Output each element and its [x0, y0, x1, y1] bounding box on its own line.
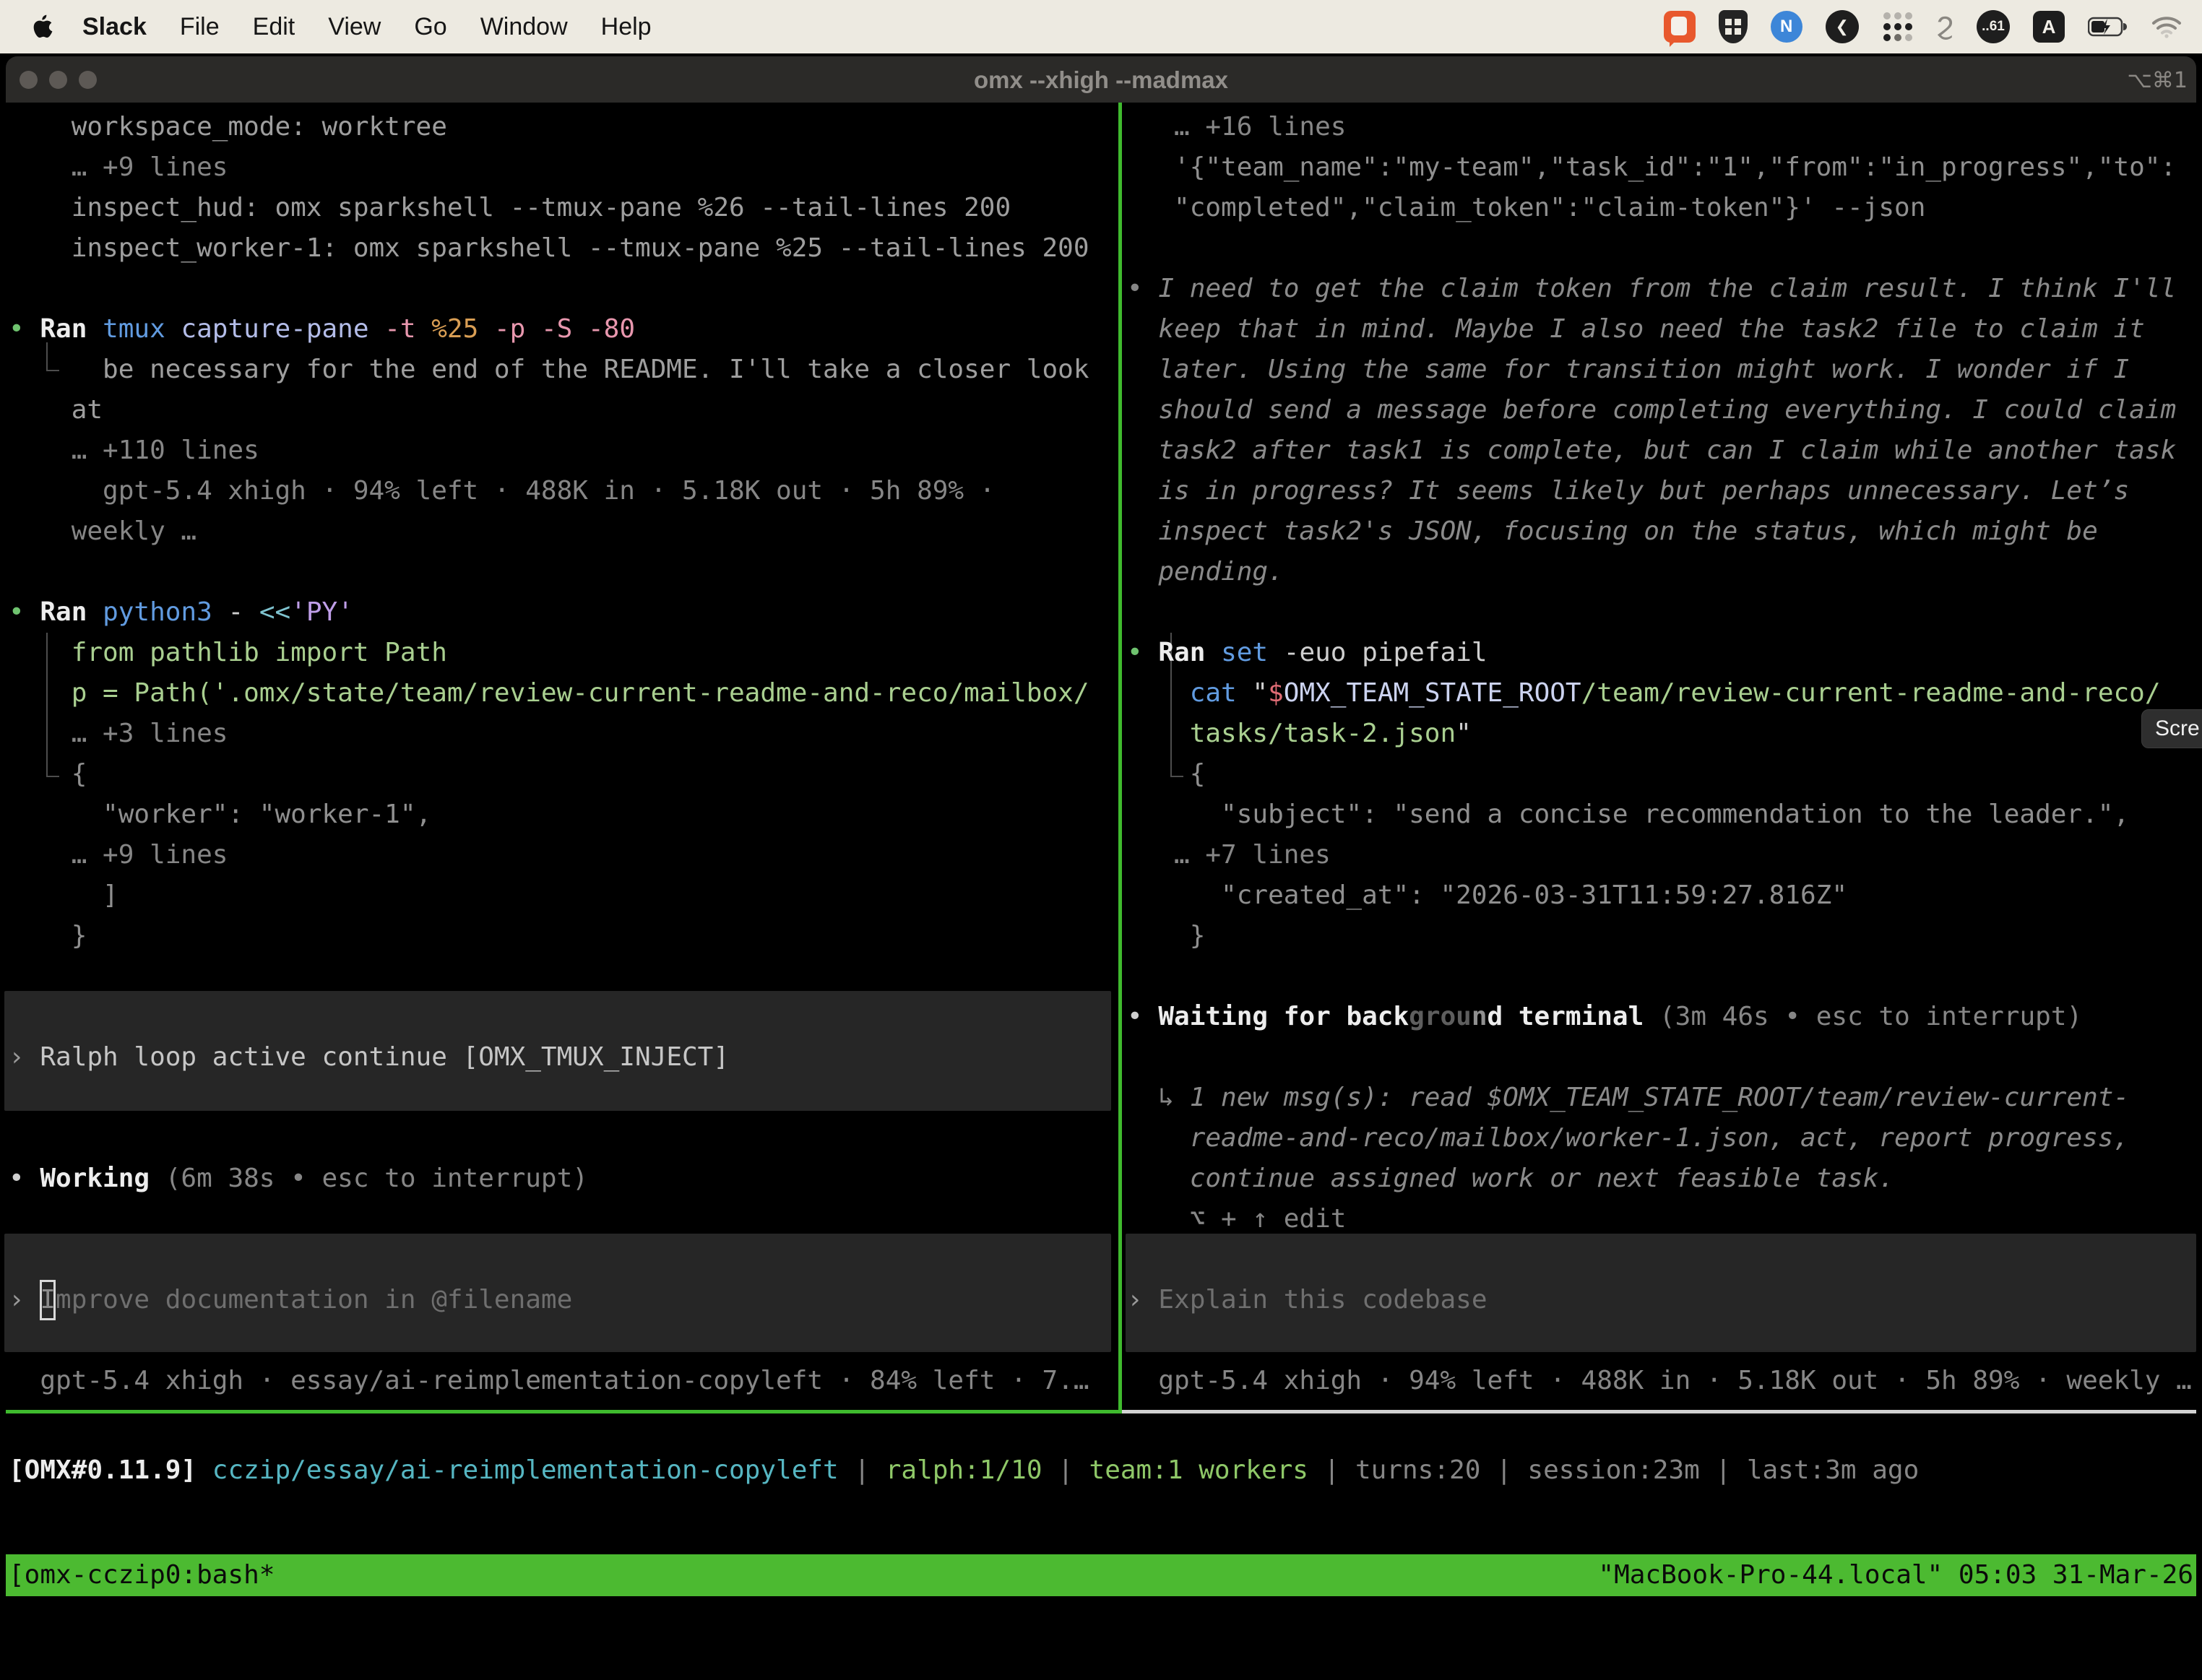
shield-grid-icon[interactable]: [1719, 10, 1748, 43]
terminal-line: … +110 lines: [9, 430, 1118, 471]
battery-icon[interactable]: [2088, 16, 2128, 38]
terminal-line: later. Using the same for transition mig…: [1127, 350, 2202, 390]
terminal-line: gpt-5.4 xhigh · essay/ai-reimplementatio…: [9, 1361, 1118, 1401]
tmux-status-bar[interactable]: [omx-cczip0:bash* "MacBook-Pro-44.local"…: [6, 1554, 2196, 1596]
tmux-host-clock: "MacBook-Pro-44.local" 05:03 31-Mar-26: [1598, 1554, 2193, 1596]
terminal-line: task2 after task1 is complete, but can I…: [1127, 430, 2202, 471]
terminal-line: [1127, 1239, 2202, 1280]
terminal-line: • Ran python3 - <<'PY': [9, 592, 1118, 633]
menu-items: File Edit View Go Window Help: [180, 13, 652, 41]
terminal-line: weekly …: [9, 511, 1118, 552]
terminal-line: workspace_mode: worktree: [9, 107, 1118, 147]
terminal-line: gpt-5.4 xhigh · 94% left · 488K in · 5.1…: [9, 471, 1118, 511]
terminal-line: {: [9, 754, 1118, 794]
terminal-line: [9, 1199, 1118, 1239]
terminal-line: • Ran set -euo pipefail: [1127, 633, 2202, 673]
terminal-line: … +7 lines: [1127, 835, 2202, 875]
menu-item-edit[interactable]: Edit: [253, 13, 295, 41]
tmux-session-label[interactable]: [omx-cczip0:bash*: [9, 1554, 275, 1596]
terminal-line: ]: [9, 875, 1118, 916]
terminal-line: … +16 lines: [1127, 107, 2202, 147]
terminal-line: inspect task2's JSON, focusing on the st…: [1127, 511, 2202, 552]
kandji-icon[interactable]: Ϩ: [1937, 12, 1953, 41]
terminal-line: › Improve documentation in @filename: [9, 1280, 1118, 1320]
terminal-line: p = Path('.omx/state/team/review-current…: [9, 673, 1118, 714]
pane-divider-vertical[interactable]: [1118, 103, 1122, 1413]
terminal-line: [9, 1320, 1118, 1361]
blue-seal-icon[interactable]: N: [1771, 11, 1802, 43]
terminal-line: [9, 1239, 1118, 1280]
dark-wedge-icon[interactable]: ❮: [1826, 10, 1859, 43]
terminal-line: [1127, 228, 2202, 269]
terminal-line: • Waiting for background terminal (3m 46…: [1127, 997, 2202, 1037]
terminal-line: "worker": "worker-1",: [9, 794, 1118, 835]
menu-bar: Slack File Edit View Go Window Help N ❮ Ϩ ..6…: [0, 0, 2202, 53]
menu-item-help[interactable]: Help: [601, 13, 652, 41]
window-shortcut-badge: ⌥⌘1: [2127, 68, 2188, 93]
terminal-line: … +3 lines: [9, 714, 1118, 754]
screen-tooltip: Scre: [2141, 709, 2202, 748]
terminal-line: is in progress? It seems likely but perh…: [1127, 471, 2202, 511]
chat-app-icon[interactable]: [1664, 11, 1696, 43]
terminal-line: "created_at": "2026-03-31T11:59:27.816Z": [1127, 875, 2202, 916]
terminal-line: [9, 552, 1118, 592]
tmux-pane-right: … +16 lines '{"team_name":"my-team","tas…: [1124, 103, 2202, 1410]
terminal-line: [9, 1118, 1118, 1159]
apple-icon[interactable]: [30, 12, 55, 41]
dots-grid-icon[interactable]: [1882, 11, 1914, 43]
pane-divider-horizontal-right[interactable]: [1122, 1410, 2196, 1413]
terminal-line: continue assigned work or next feasible …: [1127, 1159, 2202, 1199]
terminal-line: [9, 1078, 1118, 1118]
menu-item-view[interactable]: View: [328, 13, 381, 41]
terminal-line: at: [9, 390, 1118, 430]
terminal-line: inspect_hud: omx sparkshell --tmux-pane …: [9, 188, 1118, 228]
terminal-line: }: [9, 916, 1118, 956]
terminal-line: "completed","claim_token":"claim-token"}…: [1127, 188, 2202, 228]
terminal-line: pending.: [1127, 552, 2202, 592]
active-app-name[interactable]: Slack: [82, 13, 147, 41]
terminal-line: from pathlib import Path: [9, 633, 1118, 673]
menu-item-window[interactable]: Window: [480, 13, 568, 41]
terminal-line: cat "$OMX_TEAM_STATE_ROOT/team/review-cu…: [1127, 673, 2202, 714]
window-title: omx --xhigh --madmax: [0, 66, 2202, 94]
tmux-pane-left: workspace_mode: worktree … +9 lines insp…: [0, 103, 1118, 1410]
terminal-line: {: [1127, 754, 2202, 794]
terminal-line: ↳ 1 new msg(s): read $OMX_TEAM_STATE_ROO…: [1127, 1078, 2202, 1118]
wifi-icon[interactable]: [2151, 15, 2182, 38]
terminal-line: '{"team_name":"my-team","task_id":"1","f…: [1127, 147, 2202, 188]
terminal-line: inspect_worker-1: omx sparkshell --tmux-…: [9, 228, 1118, 269]
menubar-status-icons: N ❮ Ϩ ..61 A: [1664, 0, 2182, 53]
terminal-line: should send a message before completing …: [1127, 390, 2202, 430]
input-source-icon[interactable]: A: [2033, 11, 2065, 43]
timer-badge-icon[interactable]: ..61: [1977, 10, 2010, 43]
terminal-line: • Ran tmux capture-pane -t %25 -p -S -80: [9, 309, 1118, 350]
terminal-line: › Ralph loop active continue [OMX_TMUX_I…: [9, 1037, 1118, 1078]
terminal-line: }: [1127, 916, 2202, 956]
terminal-line: › Explain this codebase: [1127, 1280, 2202, 1320]
terminal-line: … +9 lines: [9, 147, 1118, 188]
terminal-line: [9, 956, 1118, 997]
terminal-line: [9, 997, 1118, 1037]
terminal-line: ⌥ + ↑ edit: [1127, 1199, 2202, 1239]
menu-item-file[interactable]: File: [180, 13, 220, 41]
menu-item-go[interactable]: Go: [414, 13, 446, 41]
terminal-line: readme-and-reco/mailbox/worker-1.json, a…: [1127, 1118, 2202, 1159]
terminal-line: [1127, 1037, 2202, 1078]
terminal-line: [1127, 1320, 2202, 1361]
terminal-line: be necessary for the end of the README. …: [9, 350, 1118, 390]
omx-status-line: [OMX#0.11.9] cczip/essay/ai-reimplementa…: [9, 1450, 1919, 1491]
pane-divider-horizontal-left[interactable]: [6, 1410, 1122, 1413]
terminal-line: [9, 269, 1118, 309]
terminal-line: keep that in mind. Maybe I also need the…: [1127, 309, 2202, 350]
terminal-line: gpt-5.4 xhigh · 94% left · 488K in · 5.1…: [1127, 1361, 2202, 1401]
terminal-line: tasks/task-2.json": [1127, 714, 2202, 754]
terminal-line: "subject": "send a concise recommendatio…: [1127, 794, 2202, 835]
terminal-line: … +9 lines: [9, 835, 1118, 875]
terminal-line: • Working (6m 38s • esc to interrupt): [9, 1159, 1118, 1199]
terminal-line: • I need to get the claim token from the…: [1127, 269, 2202, 309]
terminal-line: [1127, 956, 2202, 997]
terminal-line: [1127, 592, 2202, 633]
